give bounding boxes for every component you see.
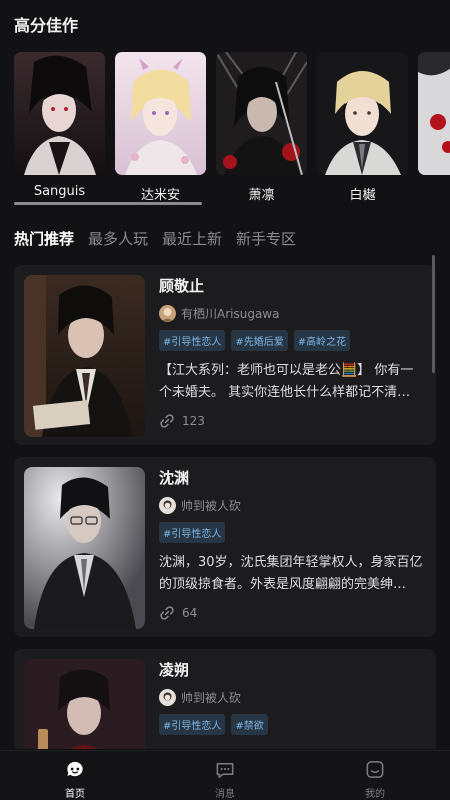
tab-newest[interactable]: 最近上新: [162, 228, 222, 249]
section-title: 高分佳作: [14, 16, 79, 35]
nav-home-label: 首页: [65, 789, 85, 800]
carousel-scroll-indicator: [14, 202, 202, 205]
featured-name: 达米安: [140, 188, 180, 202]
play-count: 123: [159, 413, 424, 429]
featured-name: 江: [418, 184, 450, 202]
character-name: 凌朔: [159, 661, 190, 679]
tag-list: #引导性恋人 #禁欲: [159, 714, 424, 735]
author-avatar: [159, 497, 176, 514]
character-portrait: [24, 467, 145, 629]
tag-list: #引导性恋人 #先婚后爱 #高岭之花: [159, 330, 424, 351]
featured-name: Sanguis: [33, 184, 86, 199]
featured-name: 白樾: [349, 188, 376, 202]
author-row[interactable]: 帅到被人砍: [159, 689, 424, 706]
tag[interactable]: #先婚后爱: [231, 330, 288, 351]
featured-name: 萧凛: [248, 188, 275, 202]
message-icon: [216, 763, 234, 778]
character-portrait: [115, 52, 206, 175]
author-avatar: [159, 305, 176, 322]
link-icon: [160, 606, 174, 620]
tag[interactable]: #引导性恋人: [159, 714, 226, 735]
tab-beginner[interactable]: 新手专区: [236, 228, 296, 249]
character-description: 沈渊，30岁，沈氏集团年轻掌权人，身家百亿的顶级掠食者。外表是风度翩翩的完美绅士…: [159, 555, 423, 592]
character-portrait: [24, 659, 145, 749]
featured-item-baiyue[interactable]: 白樾: [317, 52, 408, 202]
character-portrait: [216, 52, 307, 175]
featured-item-damian[interactable]: 达米安: [115, 52, 206, 202]
nav-home[interactable]: 首页: [0, 751, 150, 800]
character-description: 【江大系列：老师也可以是老公🧮】 你有一个未婚夫。 其实你连他长什么样都记不清了…: [159, 363, 414, 400]
author-avatar: [159, 689, 176, 706]
tag[interactable]: #高岭之花: [293, 330, 351, 351]
character-list[interactable]: 顾敬止 有栖川Arisugawa #引导性恋人 #先婚后爱 #高岭之花 【江大系…: [14, 265, 436, 749]
character-card[interactable]: 凌朔 帅到被人砍 #引导性恋人 #禁欲: [14, 649, 436, 749]
list-scrollbar[interactable]: [432, 255, 435, 373]
tag[interactable]: #引导性恋人: [159, 330, 226, 351]
author-name: 帅到被人砍: [181, 691, 242, 705]
author-name: 帅到被人砍: [181, 499, 242, 513]
profile-icon: [366, 761, 384, 778]
author-row[interactable]: 帅到被人砍: [159, 497, 424, 514]
tab-hot[interactable]: 热门推荐: [14, 228, 74, 249]
bottom-nav: 首页 消息 我的: [0, 750, 450, 800]
play-count: 64: [159, 605, 424, 621]
character-portrait: [418, 52, 450, 175]
play-count-value: 123: [182, 414, 205, 428]
author-name: 有栖川Arisugawa: [181, 307, 280, 321]
character-portrait: [24, 275, 145, 437]
character-name: 沈渊: [159, 469, 190, 487]
link-icon: [160, 414, 174, 428]
nav-mine-label: 我的: [365, 789, 385, 800]
tab-most-played[interactable]: 最多人玩: [88, 228, 148, 249]
featured-item-sanguis[interactable]: Sanguis: [14, 52, 105, 202]
nav-messages[interactable]: 消息: [150, 751, 300, 800]
nav-messages-label: 消息: [215, 789, 235, 800]
category-tabs: 热门推荐 最多人玩 最近上新 新手专区: [14, 228, 296, 249]
tag[interactable]: #禁欲: [231, 714, 268, 735]
featured-item-jiang[interactable]: 江: [418, 52, 450, 202]
character-card[interactable]: 沈渊 帅到被人砍 #引导性恋人 沈渊，30岁，沈氏集团年轻掌权人，身家百亿的顶级…: [14, 457, 436, 637]
tag[interactable]: #引导性恋人: [159, 522, 226, 543]
character-portrait: [14, 52, 105, 175]
character-card[interactable]: 顾敬止 有栖川Arisugawa #引导性恋人 #先婚后爱 #高岭之花 【江大系…: [14, 265, 436, 445]
featured-item-xiaolin[interactable]: 萧凛: [216, 52, 307, 202]
featured-carousel[interactable]: Sanguis 达米安 萧凛 白樾: [14, 52, 450, 202]
play-count-value: 64: [182, 606, 198, 620]
nav-mine[interactable]: 我的: [300, 751, 450, 800]
home-icon: [67, 761, 83, 777]
tag-list: #引导性恋人: [159, 522, 424, 543]
character-name: 顾敬止: [159, 277, 205, 295]
character-portrait: [317, 52, 408, 175]
author-row[interactable]: 有栖川Arisugawa: [159, 305, 424, 322]
